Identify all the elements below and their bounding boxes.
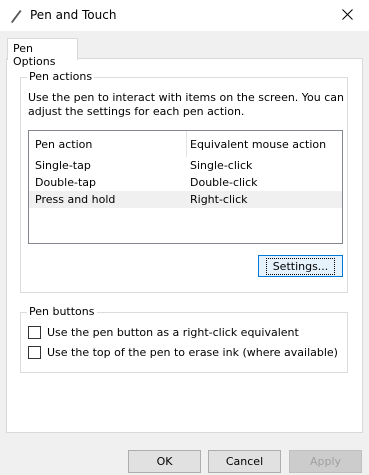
- settings-button-label: Settings...: [265, 257, 336, 275]
- close-button[interactable]: [325, 0, 369, 31]
- right-click-equivalent-label[interactable]: Use the pen button as a right-click equi…: [47, 326, 299, 339]
- tab-panel: Pen actions Use the pen to interact with…: [6, 58, 363, 433]
- window-title: Pen and Touch: [30, 8, 117, 22]
- erase-ink-option[interactable]: Use the top of the pen to erase ink (whe…: [28, 344, 338, 360]
- column-divider[interactable]: [186, 131, 187, 157]
- mouse-action-cell: Right-click: [190, 193, 248, 206]
- list-row-single-tap[interactable]: Single-tap Single-click: [29, 157, 342, 174]
- list-row-press-and-hold[interactable]: Press and hold Right-click: [29, 191, 342, 208]
- cancel-button[interactable]: Cancel: [208, 450, 281, 473]
- column-header-pen-action[interactable]: Pen action: [35, 138, 92, 151]
- pen-actions-description: Use the pen to interact with items on th…: [28, 91, 345, 118]
- ok-button-label: OK: [156, 455, 173, 468]
- pen-actions-group: Pen actions Use the pen to interact with…: [20, 70, 348, 293]
- cancel-button-label: Cancel: [225, 455, 264, 468]
- pen-buttons-group-label: Pen buttons: [27, 305, 97, 318]
- erase-ink-checkbox[interactable]: [28, 345, 41, 359]
- pen-buttons-group: Pen buttons Use the pen button as a righ…: [20, 305, 348, 373]
- close-icon: [341, 8, 353, 23]
- tab-label: Pen Options: [13, 42, 56, 68]
- apply-button[interactable]: Apply: [289, 450, 362, 473]
- pen-action-cell: Double-tap: [35, 176, 96, 189]
- settings-button[interactable]: Settings...: [258, 255, 343, 277]
- mouse-action-cell: Double-click: [190, 176, 258, 189]
- pen-actions-group-label: Pen actions: [27, 70, 95, 83]
- erase-ink-label[interactable]: Use the top of the pen to erase ink (whe…: [47, 346, 338, 359]
- right-click-equivalent-option[interactable]: Use the pen button as a right-click equi…: [28, 324, 299, 340]
- title-bar: Pen and Touch: [0, 0, 369, 31]
- tab-pen-options[interactable]: Pen Options: [7, 38, 78, 68]
- right-click-equivalent-checkbox[interactable]: [28, 325, 41, 339]
- pen-icon: [8, 8, 24, 24]
- pen-actions-list[interactable]: Pen action Equivalent mouse action Singl…: [28, 130, 343, 244]
- list-row-double-tap[interactable]: Double-tap Double-click: [29, 174, 342, 191]
- apply-button-label: Apply: [309, 455, 342, 468]
- mouse-action-cell: Single-click: [190, 159, 253, 172]
- list-header: Pen action Equivalent mouse action: [29, 131, 342, 157]
- pen-action-cell: Press and hold: [35, 193, 116, 206]
- column-header-mouse-action[interactable]: Equivalent mouse action: [190, 138, 326, 151]
- ok-button[interactable]: OK: [128, 450, 201, 473]
- pen-action-cell: Single-tap: [35, 159, 91, 172]
